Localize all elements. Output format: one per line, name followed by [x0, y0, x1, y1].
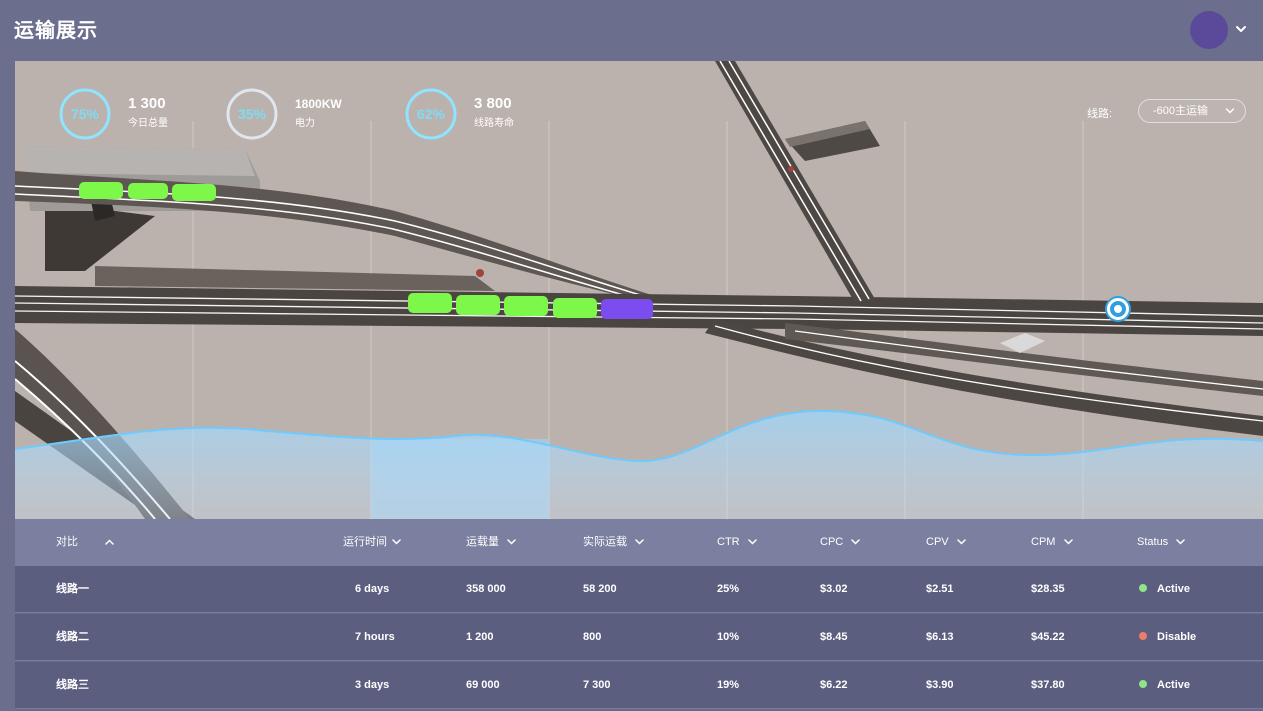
chevron-down-icon	[392, 539, 401, 545]
kpi-percent: 35%	[237, 106, 267, 122]
route-filter-label: 线路:	[1087, 108, 1113, 120]
table-row[interactable]: 线路二 7 hours 1 200 800 10% $8.45 $6.13 $4…	[15, 614, 1263, 661]
cell-cpv: $6.13	[926, 631, 954, 643]
kpi-percent: 62%	[416, 106, 446, 122]
cell-ctr: 19%	[717, 679, 740, 691]
cell-cpv: $2.51	[926, 583, 954, 595]
cell-ctr: 10%	[717, 631, 740, 643]
chevron-down-icon	[1176, 539, 1185, 545]
status-text: Active	[1157, 679, 1191, 691]
column-header-run-time[interactable]: 运行时间	[343, 519, 401, 566]
cell-cpm: $37.80	[1031, 679, 1065, 691]
table-row[interactable]: 线路三 3 days 69 000 7 300 19% $6.22 $3.90 …	[15, 662, 1263, 709]
user-avatar[interactable]	[1190, 11, 1228, 49]
tunnel-map	[15, 61, 1263, 519]
cell-cpm: $45.22	[1031, 631, 1065, 643]
cell-capacity: 358 000	[466, 583, 506, 595]
chevron-down-icon	[956, 539, 966, 545]
column-header-compare[interactable]: 对比	[56, 519, 114, 566]
status-text: Disable	[1157, 631, 1197, 643]
page-title: 运输展示	[14, 20, 98, 42]
kpi-value: 1800KW	[295, 97, 342, 111]
cell-actual: 7 300	[583, 679, 611, 691]
chevron-down-icon	[635, 539, 644, 545]
route-table: 对比 运行时间 运载量 实际运载 CTR CPC CPV CPM Status …	[15, 519, 1263, 711]
route-select[interactable]: -600主运输	[1138, 99, 1246, 123]
cell-status: Active	[1139, 662, 1190, 709]
chevron-up-icon	[105, 539, 114, 545]
table-row[interactable]: 线路一 6 days 358 000 58 200 25% $3.02 $2.5…	[15, 566, 1263, 613]
kpi-value: 1 300	[128, 95, 166, 112]
cell-cpc: $3.02	[820, 583, 848, 595]
column-header-capacity[interactable]: 运载量	[466, 519, 516, 566]
column-header-cpv[interactable]: CPV	[926, 519, 966, 566]
kpi-label: 今日总量	[128, 118, 168, 129]
kpi-label: 线路寿命	[474, 118, 514, 129]
left-strip	[0, 60, 15, 711]
cell-actual: 800	[583, 631, 602, 643]
chevron-down-icon	[1225, 108, 1235, 114]
kpi-percent: 75%	[70, 106, 100, 122]
status-text: Active	[1157, 583, 1191, 595]
route-select-value: -600主运输	[1153, 105, 1209, 117]
chevron-down-icon	[1063, 539, 1073, 545]
cell-name: 线路二	[56, 631, 89, 643]
column-header-actual[interactable]: 实际运载	[583, 519, 644, 566]
cell-cpm: $28.35	[1031, 583, 1065, 595]
location-marker-icon[interactable]	[1107, 298, 1129, 320]
cell-name: 线路一	[56, 583, 89, 595]
cell-name: 线路三	[56, 679, 89, 691]
cell-ctr: 25%	[717, 583, 740, 595]
top-header: 运输展示	[0, 0, 1263, 60]
chevron-down-icon	[507, 539, 516, 545]
column-header-cpm[interactable]: CPM	[1031, 519, 1073, 566]
cell-cpv: $3.90	[926, 679, 954, 691]
cell-run-time: 3 days	[355, 679, 390, 691]
cell-cpc: $8.45	[820, 631, 848, 643]
train-top	[79, 182, 216, 201]
column-header-status[interactable]: Status	[1137, 519, 1185, 566]
chevron-down-icon[interactable]	[1234, 20, 1248, 38]
column-header-ctr[interactable]: CTR	[717, 519, 757, 566]
transport-map-view[interactable]: 75% 1 300 今日总量 35% 1800KW 电力 62% 3 800 线…	[15, 61, 1263, 519]
cell-capacity: 1 200	[466, 631, 494, 643]
cell-actual: 58 200	[583, 583, 617, 595]
cell-run-time: 7 hours	[355, 631, 395, 643]
cell-status: Disable	[1139, 614, 1196, 661]
column-header-cpc[interactable]: CPC	[820, 519, 861, 566]
cell-cpc: $6.22	[820, 679, 848, 691]
kpi-value: 3 800	[474, 95, 512, 112]
cell-run-time: 6 days	[355, 583, 390, 595]
status-dot-icon	[1139, 584, 1147, 593]
status-dot-icon	[1139, 680, 1147, 689]
chevron-down-icon	[747, 539, 757, 545]
cell-status: Active	[1139, 566, 1190, 613]
chevron-down-icon	[851, 539, 861, 545]
table-header: 对比 运行时间 运载量 实际运载 CTR CPC CPV CPM Status	[15, 519, 1263, 566]
status-dot-icon	[1139, 632, 1147, 641]
cell-capacity: 69 000	[466, 679, 500, 691]
kpi-label: 电力	[295, 118, 315, 129]
